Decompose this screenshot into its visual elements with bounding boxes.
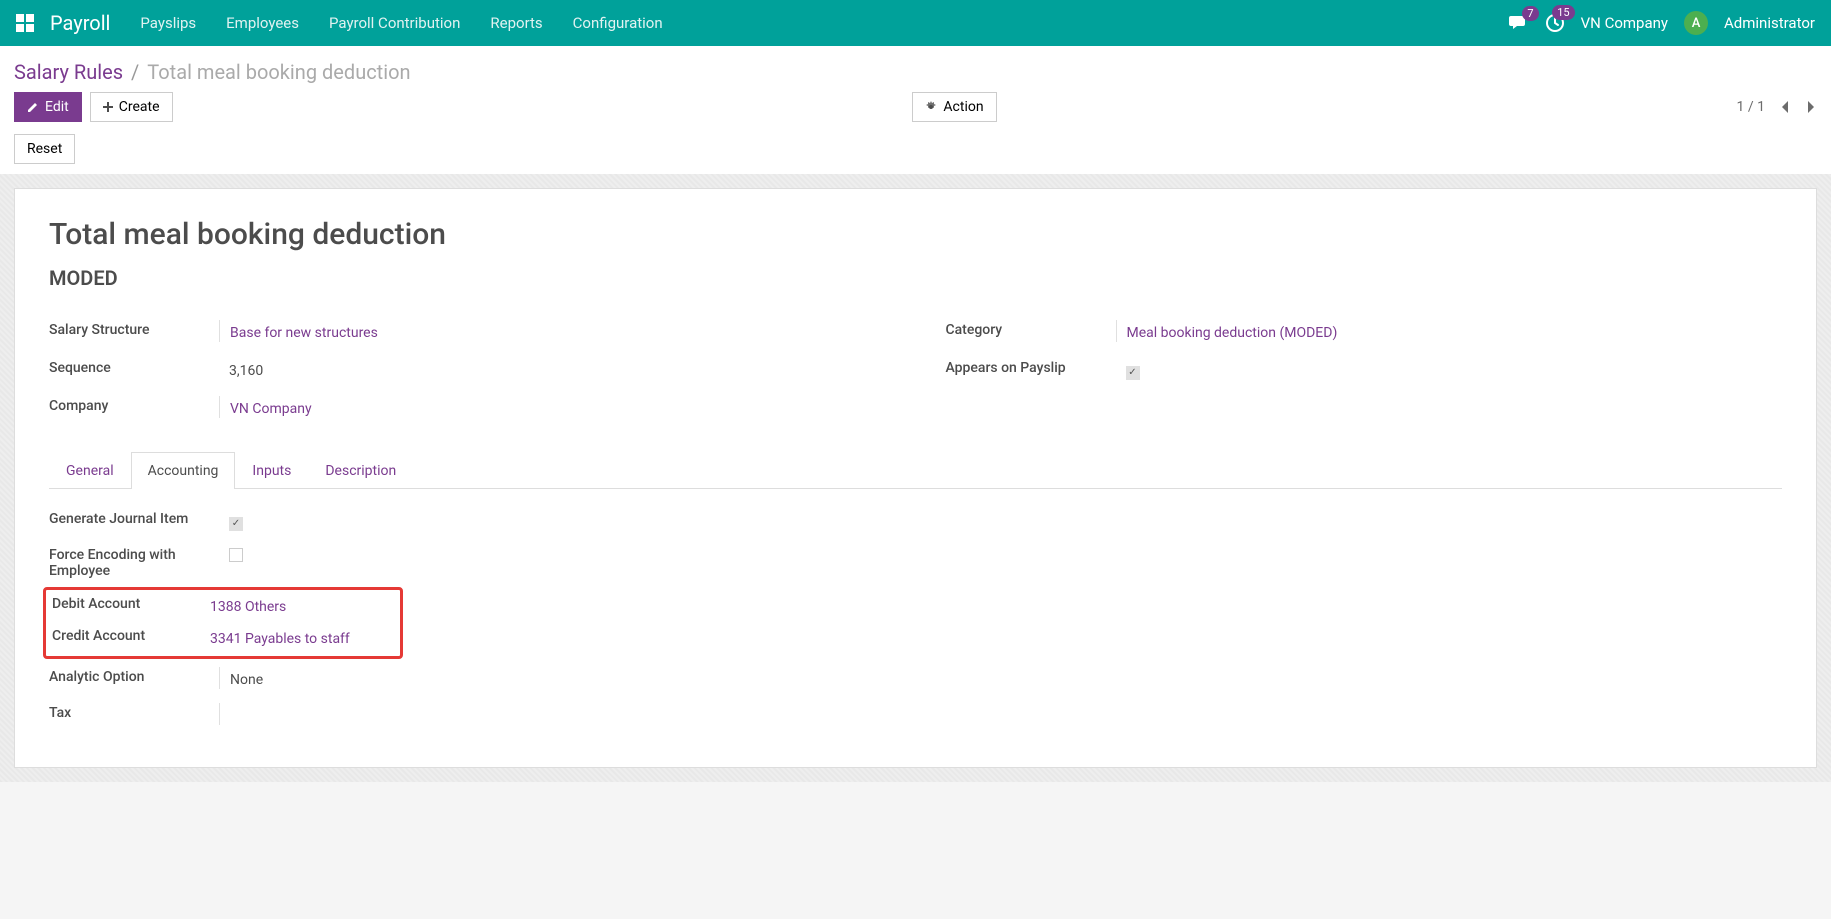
record-code: MODED [49,266,1782,290]
sequence-label: Sequence [49,358,219,376]
company-selector[interactable]: VN Company [1581,14,1668,32]
category-value[interactable]: Meal booking deduction (MODED) [1127,325,1338,341]
pencil-icon [27,101,39,113]
top-navbar: Payroll Payslips Employees Payroll Contr… [0,0,1831,46]
force-encoding-label: Force Encoding with Employee [49,545,219,579]
edit-button[interactable]: Edit [14,92,82,122]
create-button-label: Create [119,99,160,115]
form-sheet: Total meal booking deduction MODED Salar… [14,188,1817,768]
analytic-option-value: None [230,672,263,688]
gear-icon [925,101,937,113]
topbar-right: 7 15 VN Company A Administrator [1509,11,1815,35]
credit-account-label: Credit Account [52,626,200,644]
breadcrumb-current: Total meal booking deduction [147,60,410,84]
app-brand[interactable]: Payroll [50,11,110,35]
create-button[interactable]: Create [90,92,173,122]
menu-employees[interactable]: Employees [226,14,299,32]
menu-reports[interactable]: Reports [490,14,542,32]
reset-button[interactable]: Reset [14,134,75,164]
actions-bar: Edit Create Action 1 / 1 [0,92,1831,134]
action-button-label: Action [943,99,983,115]
credit-account-value[interactable]: 3341 Payables to staff [210,631,350,647]
plus-icon [103,102,113,112]
company-value[interactable]: VN Company [230,401,312,417]
pager: 1 / 1 [1737,99,1817,115]
generate-journal-checkbox: ✓ [229,517,243,531]
appears-on-payslip-checkbox: ✓ [1126,366,1140,380]
username-label[interactable]: Administrator [1724,14,1815,32]
menu-configuration[interactable]: Configuration [573,14,663,32]
breadcrumb-parent[interactable]: Salary Rules [14,60,123,84]
tab-general[interactable]: General [49,452,131,489]
menu-payroll-contribution[interactable]: Payroll Contribution [329,14,460,32]
activities-badge: 15 [1552,5,1574,20]
sequence-value: 3,160 [229,363,263,379]
salary-structure-value[interactable]: Base for new structures [230,325,378,341]
tab-content-accounting: Generate Journal Item ✓ Force Encoding w… [49,509,1782,725]
messages-badge: 7 [1522,6,1538,21]
breadcrumb: Salary Rules / Total meal booking deduct… [0,46,1831,92]
activities-icon[interactable]: 15 [1545,13,1565,33]
menu-payslips[interactable]: Payslips [140,14,196,32]
messages-icon[interactable]: 7 [1509,14,1529,32]
force-encoding-checkbox [229,548,243,562]
action-button[interactable]: Action [912,92,996,122]
debit-account-label: Debit Account [52,594,200,612]
analytic-option-label: Analytic Option [49,667,219,685]
pager-prev[interactable] [1779,99,1791,115]
tax-label: Tax [49,703,219,721]
debit-account-value[interactable]: 1388 Others [210,599,286,615]
apps-icon[interactable] [16,14,34,32]
pager-text: 1 / 1 [1737,99,1765,115]
pager-next[interactable] [1805,99,1817,115]
breadcrumb-separator: / [131,60,139,84]
generate-journal-label: Generate Journal Item [49,509,219,527]
company-label: Company [49,396,219,414]
tabs: General Accounting Inputs Description [49,452,1782,489]
tab-description[interactable]: Description [308,452,413,489]
record-title: Total meal booking deduction [49,217,1782,252]
tab-inputs[interactable]: Inputs [235,452,308,489]
tab-accounting[interactable]: Accounting [131,452,236,489]
main-menu: Payslips Employees Payroll Contribution … [140,14,1508,32]
category-label: Category [946,320,1116,338]
edit-button-label: Edit [45,99,69,115]
appears-on-payslip-label: Appears on Payslip [946,358,1116,376]
highlight-annotation: Debit Account 1388 Others Credit Account… [43,587,403,659]
salary-structure-label: Salary Structure [49,320,219,338]
user-avatar[interactable]: A [1684,11,1708,35]
